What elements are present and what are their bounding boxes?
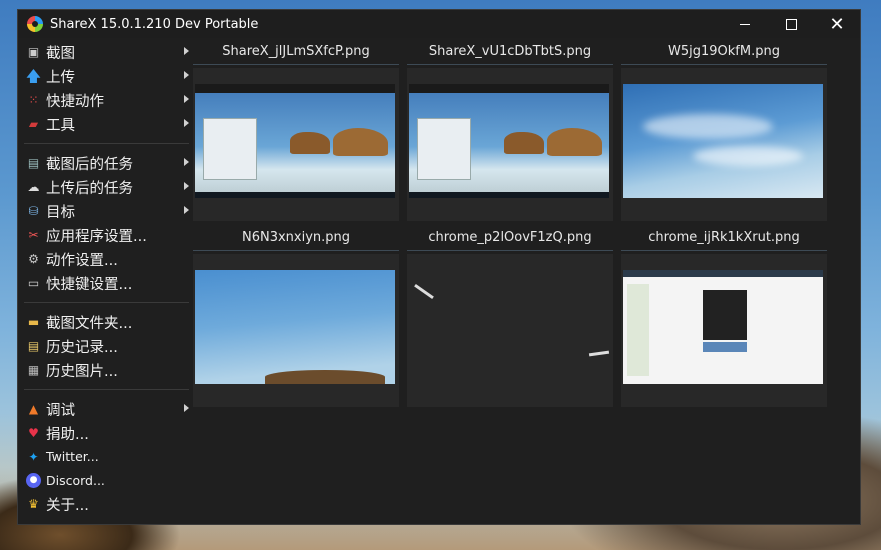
thumbnail-image	[195, 270, 395, 384]
menu-separator	[24, 302, 189, 303]
destination-icon: ⛁	[28, 204, 39, 218]
menu-item-task-settings[interactable]: ⚙ 动作设置...	[18, 247, 193, 271]
thumbnail-image	[623, 270, 823, 384]
menu-item-history[interactable]: ▤ 历史记录...	[18, 334, 193, 358]
submenu-arrow-icon	[184, 47, 189, 55]
heart-icon: ♥	[28, 426, 39, 440]
after-capture-icon: ▤	[27, 156, 40, 170]
menu-item-debug[interactable]: ▲ 调试	[18, 397, 193, 421]
menu-item-discord[interactable]: ● Discord...	[18, 469, 193, 493]
menu-item-about[interactable]: ♛ 关于...	[18, 492, 193, 516]
workflow-grid-icon: ⁙	[28, 93, 39, 107]
menu-item-label: 调试	[46, 402, 75, 419]
menu-item-label: 快捷动作	[46, 93, 104, 110]
menu-item-destinations[interactable]: ⛁ 目标	[18, 199, 193, 223]
menu-item-label: Twitter...	[46, 449, 99, 465]
thumbnail-frame[interactable]	[407, 254, 613, 407]
menu-separator	[24, 143, 189, 144]
menu-item-after-upload[interactable]: ☁ 上传后的任务	[18, 175, 193, 199]
title-bar[interactable]: ShareX 15.0.1.210 Dev Portable ✕	[18, 10, 860, 38]
submenu-arrow-icon	[184, 158, 189, 166]
menu-item-image-history[interactable]: ▦ 历史图片...	[18, 358, 193, 382]
settings-tools-icon: ✂	[28, 228, 39, 242]
thumbnail-item[interactable]: chrome_ijRk1kXrut.png	[621, 226, 827, 407]
menu-item-twitter[interactable]: ✦ Twitter...	[18, 445, 193, 469]
discord-icon: ●	[26, 472, 41, 488]
submenu-arrow-icon	[184, 206, 189, 214]
menu-item-app-settings[interactable]: ✂ 应用程序设置...	[18, 223, 193, 247]
thumbnail-image	[409, 84, 609, 198]
thumbnail-item[interactable]: ShareX_jlJLmSXfcP.png	[193, 40, 399, 221]
submenu-arrow-icon	[184, 71, 189, 79]
thumbnail-image	[409, 270, 610, 384]
menu-item-tools[interactable]: ▰ 工具	[18, 112, 193, 136]
sharex-main-window: ShareX 15.0.1.210 Dev Portable ✕ ▣ 截图 🡅 …	[17, 9, 861, 525]
submenu-arrow-icon	[184, 95, 189, 103]
menu-item-screenshots-folder[interactable]: ▬ 截图文件夹...	[18, 310, 193, 334]
menu-item-upload[interactable]: 🡅 上传	[18, 64, 193, 88]
menu-item-label: 快捷键设置...	[46, 276, 133, 293]
thumbnail-frame[interactable]	[621, 68, 827, 221]
submenu-arrow-icon	[184, 119, 189, 127]
thumbnail-item[interactable]: W5jg19OkfM.png	[621, 40, 827, 221]
menu-separator	[24, 389, 189, 390]
upload-arrow-icon: 🡅	[25, 66, 42, 85]
twitter-icon: ✦	[28, 449, 39, 464]
thumbnail-image	[623, 84, 823, 198]
menu-item-capture[interactable]: ▣ 截图	[18, 40, 193, 64]
menu-item-after-capture[interactable]: ▤ 截图后的任务	[18, 151, 193, 175]
menu-item-donate[interactable]: ♥ 捐助...	[18, 421, 193, 445]
menu-item-label: 关于...	[46, 497, 89, 514]
main-menu: ▣ 截图 🡅 上传 ⁙ 快捷动作 ▰ 工具 ▤ 截图后的任务 ☁ 上传后的任务	[18, 40, 193, 516]
menu-item-label: 截图	[46, 45, 75, 62]
crown-icon: ♛	[28, 497, 39, 511]
window-title: ShareX 15.0.1.210 Dev Portable	[50, 16, 259, 32]
menu-item-label: 目标	[46, 204, 75, 221]
thumbnail-filename: W5jg19OkfM.png	[621, 40, 827, 65]
thumbnail-image	[195, 84, 395, 198]
menu-item-label: 历史记录...	[46, 339, 118, 356]
thumbnail-item[interactable]: chrome_p2lOovF1zQ.png	[407, 226, 613, 407]
toolbox-icon: ▰	[28, 117, 39, 131]
menu-item-label: 捐助...	[46, 426, 89, 443]
menu-item-label: 动作设置...	[46, 252, 118, 269]
menu-item-label: 截图文件夹...	[46, 315, 133, 332]
thumbnail-item[interactable]: N6N3xnxiyn.png	[193, 226, 399, 407]
thumbnail-filename: N6N3xnxiyn.png	[193, 226, 399, 251]
debug-cone-icon: ▲	[28, 402, 39, 416]
menu-item-label: 应用程序设置...	[46, 228, 147, 245]
after-upload-icon: ☁	[27, 180, 40, 194]
keyboard-icon: ▭	[27, 276, 40, 290]
menu-item-label: 工具	[46, 117, 75, 134]
menu-item-label: 上传后的任务	[46, 180, 133, 197]
menu-item-label: Discord...	[46, 472, 105, 488]
menu-item-hotkey-settings[interactable]: ▭ 快捷键设置...	[18, 271, 193, 295]
thumbnail-frame[interactable]	[193, 68, 399, 221]
thumbnail-frame[interactable]	[621, 254, 827, 407]
menu-item-workflows[interactable]: ⁙ 快捷动作	[18, 88, 193, 112]
thumbnail-filename: chrome_ijRk1kXrut.png	[621, 226, 827, 251]
menu-item-label: 截图后的任务	[46, 156, 133, 173]
close-button[interactable]: ✕	[814, 10, 860, 38]
submenu-arrow-icon	[184, 182, 189, 190]
thumbnail-filename: ShareX_jlJLmSXfcP.png	[193, 40, 399, 65]
thumbnail-filename: chrome_p2lOovF1zQ.png	[407, 226, 613, 251]
sharex-logo-icon	[27, 16, 43, 32]
thumbnail-item[interactable]: ShareX_vU1cDbTbtS.png	[407, 40, 613, 221]
submenu-arrow-icon	[184, 404, 189, 412]
gear-icon: ⚙	[28, 252, 39, 266]
folder-icon: ▬	[27, 315, 40, 329]
image-history-icon: ▦	[27, 363, 40, 377]
minimize-button[interactable]	[722, 10, 768, 38]
menu-item-label: 上传	[46, 69, 75, 86]
thumbnail-frame[interactable]	[193, 254, 399, 407]
maximize-button[interactable]	[768, 10, 814, 38]
thumbnail-frame[interactable]	[407, 68, 613, 221]
thumbnail-filename: ShareX_vU1cDbTbtS.png	[407, 40, 613, 65]
screenshot-icon: ▣	[27, 45, 40, 59]
menu-item-label: 历史图片...	[46, 363, 118, 380]
history-icon: ▤	[27, 339, 40, 353]
